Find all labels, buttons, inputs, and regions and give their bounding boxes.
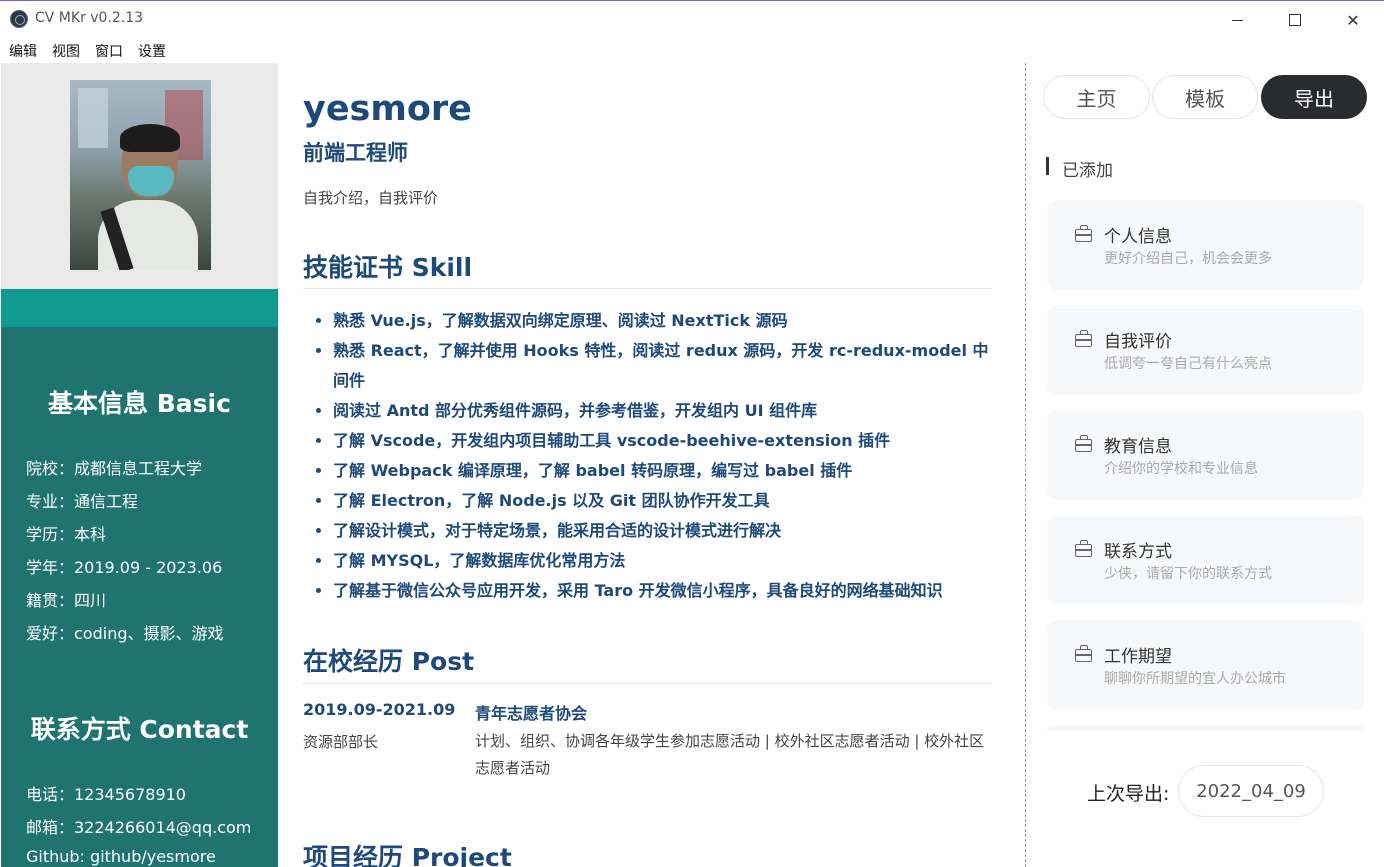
card-subtitle: 少侠，请留下你的联系方式 (1104, 566, 1272, 582)
list-item: 了解设计模式，对于特定场景，能采用合适的设计模式进行解决 (333, 516, 993, 546)
list-item: 熟悉 Vue.js，了解数据双向绑定原理、阅读过 NextTick 源码 (333, 306, 993, 336)
menu-bar: 编辑 视图 窗口 设置 (0, 38, 1384, 63)
contact-title: 联系方式 Contact (30, 715, 249, 744)
basic-info-hometown: 籍贯：四川 (26, 591, 107, 610)
section-divider (303, 683, 991, 684)
card-subtitle: 更好介绍自己，机会会更多 (1104, 251, 1272, 267)
accent-band (1, 289, 278, 327)
resume-main: yesmore 前端工程师 自我介绍，自我评价 技能证书 Skill 熟悉 Vu… (278, 63, 1025, 867)
card-title: 教育信息 (1104, 437, 1172, 457)
module-card-education[interactable]: 教育信息 介绍你的学校和专业信息 (1047, 410, 1364, 500)
menu-settings[interactable]: 设置 (138, 41, 166, 61)
skill-list: 熟悉 Vue.js，了解数据双向绑定原理、阅读过 NextTick 源码 熟悉 … (333, 306, 993, 606)
basic-info-school: 院校：成都信息工程大学 (26, 459, 203, 478)
resume-job-title: 前端工程师 (303, 141, 408, 165)
briefcase-icon (1075, 645, 1092, 662)
briefcase-icon (1075, 330, 1092, 347)
control-panel: 主页 模板 导出 已添加 个人信息 更好介绍自己，机会会更多 自我评价 低调夸一… (1026, 63, 1384, 867)
briefcase-icon (1075, 540, 1092, 557)
tab-template[interactable]: 模板 (1152, 75, 1258, 119)
menu-window[interactable]: 窗口 (95, 41, 123, 61)
tab-export[interactable]: 导出 (1261, 75, 1367, 119)
minimize-button[interactable] (1208, 1, 1266, 39)
added-label: 已添加 (1062, 161, 1113, 181)
project-section-title: 项目经历 Project (303, 843, 512, 867)
card-subtitle: 低调夸一夸自己有什么亮点 (1104, 356, 1272, 372)
list-item: 了解 Webpack 编译原理，了解 babel 转码原理，编写过 babel … (333, 456, 993, 486)
contact-email: 邮箱：3224266014@qq.com (26, 818, 252, 837)
app-logo-icon (10, 10, 28, 28)
menu-view[interactable]: 视图 (52, 41, 80, 61)
card-title: 个人信息 (1104, 227, 1172, 247)
post-section-title: 在校经历 Post (303, 647, 475, 676)
resume-name: yesmore (303, 89, 472, 129)
close-button[interactable]: ✕ (1324, 1, 1382, 39)
list-item: 了解基于微信公众号应用开发，采用 Taro 开发微信小程序，具备良好的网络基础知… (333, 576, 993, 606)
skill-section-title: 技能证书 Skill (303, 253, 473, 282)
list-item: 熟悉 React，了解并使用 Hooks 特性，阅读过 redux 源码，开发 … (333, 336, 993, 396)
post-role: 资源部部长 (303, 733, 379, 751)
added-marker (1046, 157, 1049, 175)
list-item: 了解 MYSQL，了解数据库优化常用方法 (333, 546, 993, 576)
avatar-photo (70, 80, 211, 270)
last-export-date: 2022_04_09 (1178, 765, 1324, 817)
card-title: 自我评价 (1104, 332, 1172, 352)
module-card-self-evaluation[interactable]: 自我评价 低调夸一夸自己有什么亮点 (1047, 305, 1364, 395)
window-title: CV MKr v0.2.13 (35, 10, 144, 26)
contact-phone: 电话：12345678910 (26, 785, 186, 804)
card-subtitle: 介绍你的学校和专业信息 (1104, 461, 1258, 477)
photo-area (1, 63, 278, 289)
card-title: 工作期望 (1104, 647, 1172, 667)
maximize-button[interactable] (1266, 1, 1324, 39)
basic-info-years: 学年：2019.09 - 2023.06 (26, 558, 223, 577)
post-organization: 青年志愿者协会 (475, 704, 588, 723)
list-item: 了解 Vscode，开发组内项目辅助工具 vscode-beehive-exte… (333, 426, 993, 456)
basic-info-degree: 学历：本科 (26, 525, 107, 544)
briefcase-icon (1075, 225, 1092, 242)
list-item: 阅读过 Antd 部分优秀组件源码，并参考借鉴，开发组内 UI 组件库 (333, 396, 993, 426)
basic-info-hobbies: 爱好：coding、摄影、游戏 (26, 624, 224, 643)
contact-github: Github: github/yesmore (26, 847, 216, 866)
post-date: 2019.09-2021.09 (303, 700, 456, 719)
basic-info-title: 基本信息 Basic (48, 389, 231, 418)
title-bar: CV MKr v0.2.13 ✕ (0, 0, 1384, 38)
resume-sidebar: 基本信息 Basic 院校：成都信息工程大学 专业：通信工程 学历：本科 学年：… (1, 63, 278, 867)
tab-home[interactable]: 主页 (1043, 75, 1150, 119)
basic-info-major: 专业：通信工程 (26, 492, 139, 511)
last-export-label: 上次导出: (1087, 783, 1170, 805)
list-item: 了解 Electron，了解 Node.js 以及 Git 团队协作开发工具 (333, 486, 993, 516)
card-subtitle: 聊聊你所期望的宜人办公城市 (1104, 671, 1286, 687)
module-card-job-expectation[interactable]: 工作期望 聊聊你所期望的宜人办公城市 (1047, 620, 1364, 710)
briefcase-icon (1075, 435, 1092, 452)
resume-intro: 自我介绍，自我评价 (303, 189, 439, 207)
section-divider (303, 288, 991, 289)
menu-edit[interactable]: 编辑 (9, 41, 37, 61)
module-card-partial (1047, 725, 1364, 731)
post-description: 计划、组织、协调各年级学生参加志愿活动 | 校外社区志愿者活动 | 校外社区志愿… (475, 732, 985, 777)
module-card-personal-info[interactable]: 个人信息 更好介绍自己，机会会更多 (1047, 200, 1364, 290)
module-card-contact[interactable]: 联系方式 少侠，请留下你的联系方式 (1047, 515, 1364, 605)
card-title: 联系方式 (1104, 542, 1172, 562)
